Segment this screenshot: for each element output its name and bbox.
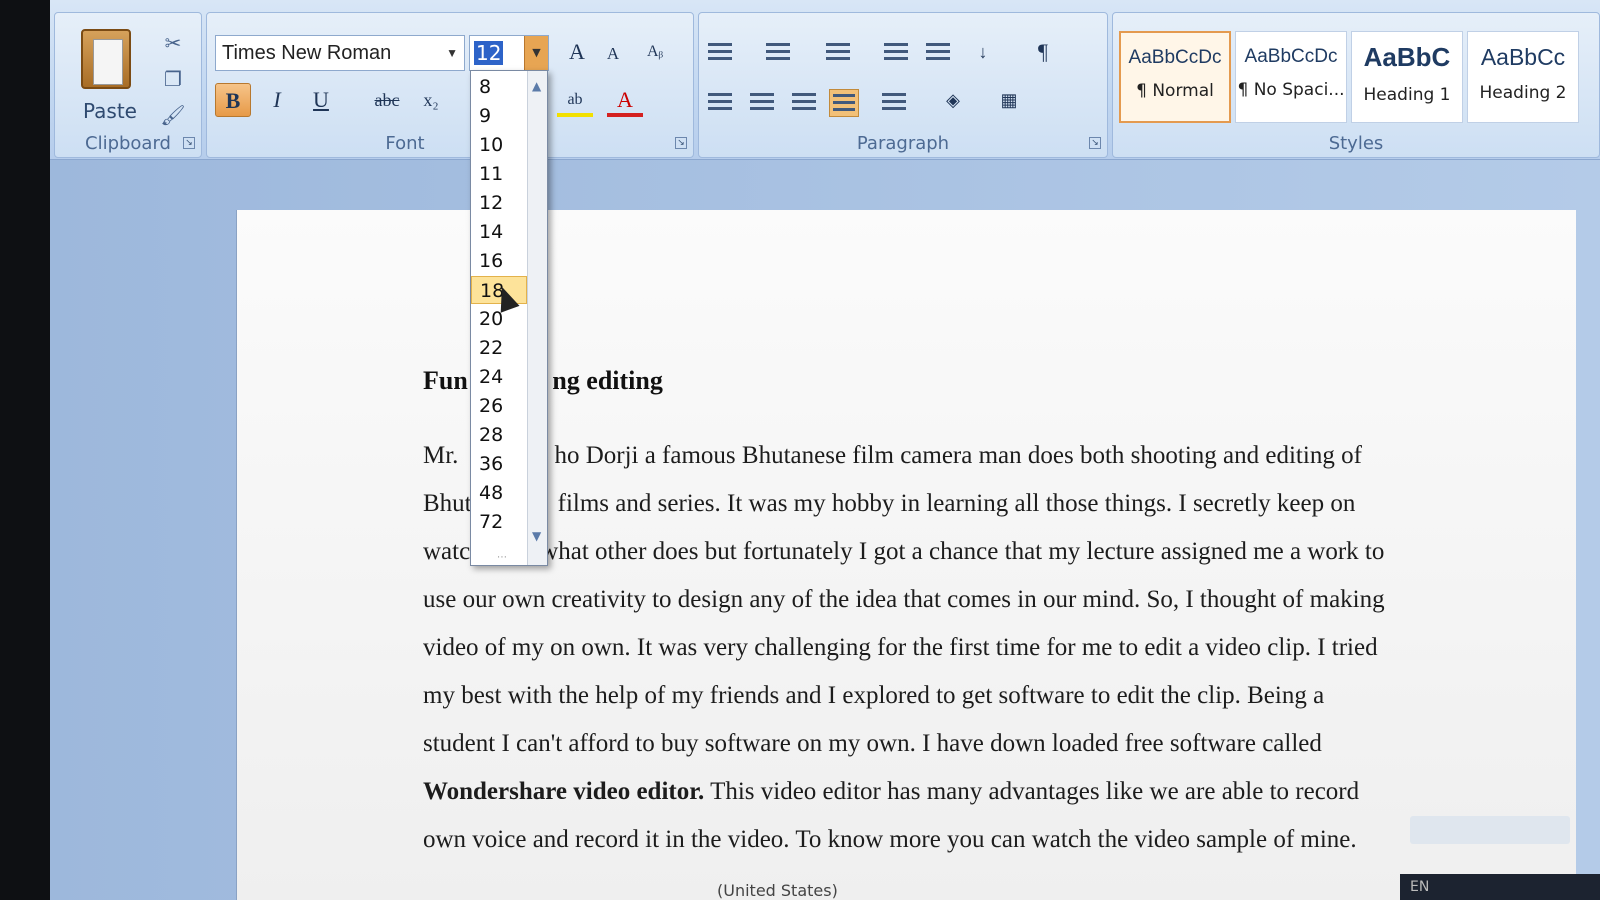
italic-button[interactable]: I: [259, 83, 295, 117]
bullets-icon[interactable]: [705, 39, 735, 67]
doc-line: video of my on own. It was very challeng…: [423, 634, 1378, 661]
doc-line-left: Bhut: [423, 490, 472, 517]
shading-icon[interactable]: ◈: [935, 83, 971, 117]
doc-line: use our own creativity to design any of …: [423, 586, 1385, 613]
doc-line: Wondershare video editor. This video edi…: [423, 778, 1359, 806]
font-launcher-icon[interactable]: ↘: [675, 137, 687, 149]
doc-line: Mr. ho Dorji a famous Bhutanese film came…: [423, 442, 1362, 470]
font-size-option[interactable]: 28: [471, 421, 527, 449]
style-heading-2[interactable]: AaBbCc Heading 2: [1467, 31, 1579, 123]
resize-grip-icon[interactable]: ⋯: [497, 552, 509, 563]
taskbar-tray: EN: [1400, 874, 1600, 900]
font-size-option[interactable]: 48: [471, 479, 527, 507]
language-indicator[interactable]: EN: [1410, 879, 1429, 895]
font-size-combobox[interactable]: 12 ▼: [469, 35, 549, 71]
font-size-option[interactable]: 16: [471, 247, 527, 275]
format-painter-icon[interactable]: 🖌: [159, 103, 187, 129]
doc-line-left: Mr.: [423, 442, 459, 469]
style-sample: AaBbCcDc: [1244, 46, 1338, 67]
doc-line-right: films and series. It was my hobby in lea…: [557, 490, 1356, 517]
font-size-dropdown-arrow-icon[interactable]: ▼: [524, 36, 548, 70]
strikethrough-button[interactable]: abc: [365, 83, 409, 117]
style-sample: AaBbC: [1363, 42, 1451, 72]
underline-button[interactable]: U: [303, 83, 339, 117]
heading-left-fragment: Fun: [423, 366, 468, 395]
shrink-font-button[interactable]: A: [595, 37, 631, 71]
font-name-value: Times New Roman: [222, 42, 392, 64]
align-left-icon[interactable]: [705, 89, 735, 117]
style-heading-1[interactable]: AaBbC Heading 1: [1351, 31, 1463, 123]
paste-button-label[interactable]: Paste: [83, 99, 137, 123]
font-size-option[interactable]: 8: [471, 73, 527, 101]
font-size-value: 12: [474, 41, 504, 65]
scroll-up-icon[interactable]: ▲: [532, 79, 541, 93]
style-normal[interactable]: AaBbCcDc ¶ Normal: [1119, 31, 1231, 123]
doc-line: watc what other does but fortunately I go…: [423, 538, 1384, 566]
font-size-option[interactable]: 9: [471, 102, 527, 130]
font-size-dropdown-list[interactable]: 8 9 10 11 12 14 16 18 20 22 24 26 28 36 …: [470, 70, 548, 566]
show-formatting-icon[interactable]: ¶: [1025, 35, 1061, 69]
grow-font-button[interactable]: A: [559, 35, 595, 69]
font-size-option[interactable]: 14: [471, 218, 527, 246]
status-language[interactable]: (United States): [717, 881, 838, 900]
font-size-option[interactable]: 22: [471, 334, 527, 362]
paste-icon[interactable]: [81, 29, 131, 89]
style-name: ¶ Normal: [1136, 81, 1214, 101]
align-center-icon[interactable]: [747, 89, 777, 117]
font-group-label: Font: [385, 133, 425, 154]
paragraph-group: ↓ ¶ ◈ ▦ Paragraph ↘: [698, 12, 1108, 158]
sort-icon[interactable]: ↓: [965, 35, 1001, 69]
numbering-icon[interactable]: [763, 39, 793, 67]
styles-group-label: Styles: [1328, 133, 1384, 154]
font-group: Times New Roman ▼ 12 ▼ A A Aᵦ B I U abc …: [206, 12, 694, 158]
increase-indent-icon[interactable]: [923, 39, 953, 67]
style-sample: AaBbCc: [1480, 44, 1566, 70]
paragraph-launcher-icon[interactable]: ↘: [1089, 137, 1101, 149]
font-name-combobox[interactable]: Times New Roman ▼: [215, 35, 465, 71]
dropdown-scrollbar[interactable]: ▲ ▼: [527, 71, 547, 565]
doc-line-left: watc: [423, 538, 471, 565]
styles-group: AaBbCcDc ¶ Normal AaBbCcDc ¶ No Spaci...…: [1112, 12, 1600, 158]
style-sample: AaBbCcDc: [1128, 47, 1222, 68]
chevron-down-icon[interactable]: ▼: [446, 36, 458, 70]
style-name: Heading 1: [1363, 85, 1451, 105]
borders-icon[interactable]: ▦: [991, 83, 1027, 117]
doc-line: my best with the help of my friends and …: [423, 682, 1325, 709]
copy-icon[interactable]: ❐: [159, 67, 187, 93]
font-size-option[interactable]: 10: [471, 131, 527, 159]
line-spacing-icon[interactable]: [879, 89, 909, 117]
subscript-button[interactable]: x₂: [413, 83, 449, 117]
font-size-option[interactable]: 26: [471, 392, 527, 420]
font-size-option[interactable]: 24: [471, 363, 527, 391]
doc-line-right: ho Dorji a famous Bhutanese film camera …: [554, 442, 1362, 469]
font-size-option[interactable]: 36: [471, 450, 527, 478]
cut-icon[interactable]: ✂: [159, 31, 187, 57]
doc-line: student I can't afford to buy software o…: [423, 730, 1322, 757]
doc-bold-fragment: Wondershare video editor.: [423, 778, 705, 805]
highlight-icon[interactable]: ab: [557, 83, 593, 117]
view-buttons[interactable]: [1410, 816, 1570, 844]
clear-formatting-icon[interactable]: Aᵦ: [637, 35, 673, 69]
font-size-option[interactable]: 11: [471, 160, 527, 188]
style-no-spacing[interactable]: AaBbCcDc ¶ No Spaci...: [1235, 31, 1347, 123]
font-size-option[interactable]: 72: [471, 508, 527, 536]
font-color-button[interactable]: A: [607, 83, 643, 117]
ribbon: Paste ✂ ❐ 🖌 Clipboard ↘ Times New Roman …: [50, 0, 1600, 160]
doc-line-right: what other does but fortunately I got a …: [540, 538, 1385, 565]
doc-line: Bhut films and series. It was my hobby in…: [423, 490, 1355, 518]
doc-line: own voice and record it in the video. To…: [423, 826, 1357, 853]
multilevel-list-icon[interactable]: [823, 39, 853, 67]
justify-icon[interactable]: [829, 89, 859, 117]
scroll-down-icon[interactable]: ▼: [532, 529, 541, 543]
bold-button[interactable]: B: [215, 83, 251, 117]
paragraph-group-label: Paragraph: [856, 133, 950, 154]
heading-right-fragment: ng editing: [552, 366, 663, 395]
doc-line-right: This video editor has many advantages li…: [704, 778, 1360, 805]
document-page[interactable]: Fun ng editing Mr. ho Dorji a famous Bhut…: [236, 210, 1576, 900]
style-name: ¶ No Spaci...: [1237, 80, 1345, 100]
align-right-icon[interactable]: [789, 89, 819, 117]
style-name: Heading 2: [1479, 83, 1567, 103]
font-size-option[interactable]: 12: [471, 189, 527, 217]
decrease-indent-icon[interactable]: [881, 39, 911, 67]
